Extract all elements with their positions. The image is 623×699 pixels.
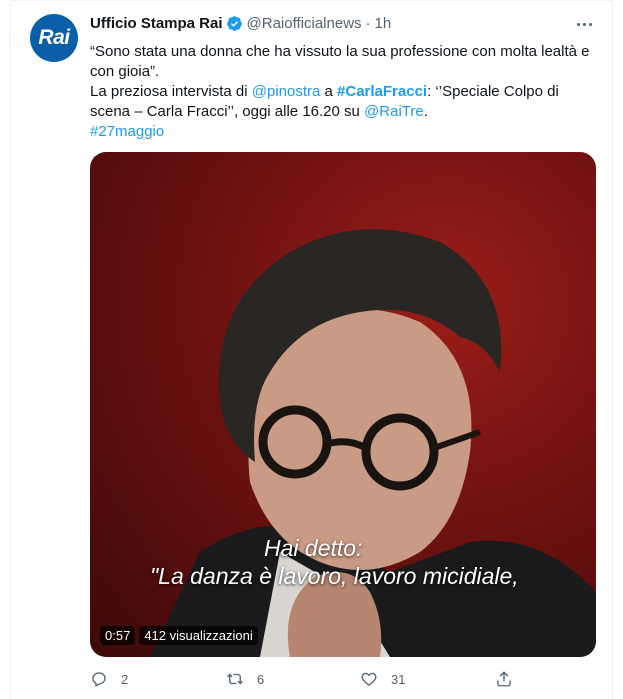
- reply-count: 2: [121, 671, 129, 687]
- frame-left-border: [10, 0, 11, 699]
- view-count: 412 visualizzazioni: [139, 626, 258, 645]
- like-icon: [361, 672, 377, 686]
- caption-line-1: Hai detto:: [264, 535, 363, 561]
- like-count: 31: [391, 671, 406, 687]
- timestamp[interactable]: 1h: [375, 15, 392, 32]
- retweet-icon: [227, 673, 243, 685]
- text-segment: .: [423, 103, 428, 120]
- video-player[interactable]: Hai detto: "La danza è lavoro, lavoro mi…: [90, 152, 596, 657]
- mention-pinostra[interactable]: @pinostra: [252, 83, 321, 100]
- text-segment: a: [320, 83, 338, 100]
- caption-line-2: "La danza è lavoro, lavoro micidiale,: [150, 563, 519, 589]
- retweet-button[interactable]: 6: [226, 670, 264, 688]
- reply-button[interactable]: 2: [90, 670, 128, 688]
- hashtag-carlafracci[interactable]: #CarlaFracci: [337, 83, 427, 100]
- share-icon: [497, 671, 511, 687]
- video-duration: 0:57: [100, 626, 136, 645]
- frame-top-border: [10, 0, 613, 1]
- text-segment: La preziosa intervista di: [90, 83, 252, 100]
- tweet-quote: “Sono stata una donna che ha vissuto la …: [90, 43, 590, 80]
- like-button[interactable]: 31: [360, 670, 405, 688]
- more-icon[interactable]: [571, 14, 597, 34]
- avatar-logo: Rai: [38, 26, 70, 49]
- action-bar: 2 6 31: [90, 670, 590, 694]
- separator-dot: ·: [365, 15, 371, 32]
- frame-right-border: [612, 0, 613, 699]
- verified-icon: [226, 16, 242, 31]
- share-button[interactable]: [495, 670, 513, 688]
- tweet-body: La preziosa intervista di @pinostra a #C…: [90, 82, 602, 122]
- video-meta: 0:57 412 visualizzazioni: [100, 626, 258, 645]
- tweet-text: “Sono stata una donna che ha vissuto la …: [90, 42, 602, 142]
- hashtag-27maggio[interactable]: #27maggio: [90, 123, 164, 140]
- retweet-count: 6: [257, 671, 265, 687]
- avatar[interactable]: Rai: [30, 14, 78, 62]
- video-caption: Hai detto: "La danza è lavoro, lavoro mi…: [150, 534, 519, 590]
- mention-raitre[interactable]: @RaiTre: [364, 103, 424, 120]
- user-handle[interactable]: @Raiofficialnews: [247, 15, 362, 32]
- display-name[interactable]: Ufficio Stampa Rai: [90, 15, 223, 32]
- tweet-header: Ufficio Stampa Rai @Raiofficialnews · 1h: [90, 15, 391, 32]
- reply-icon: [92, 672, 106, 687]
